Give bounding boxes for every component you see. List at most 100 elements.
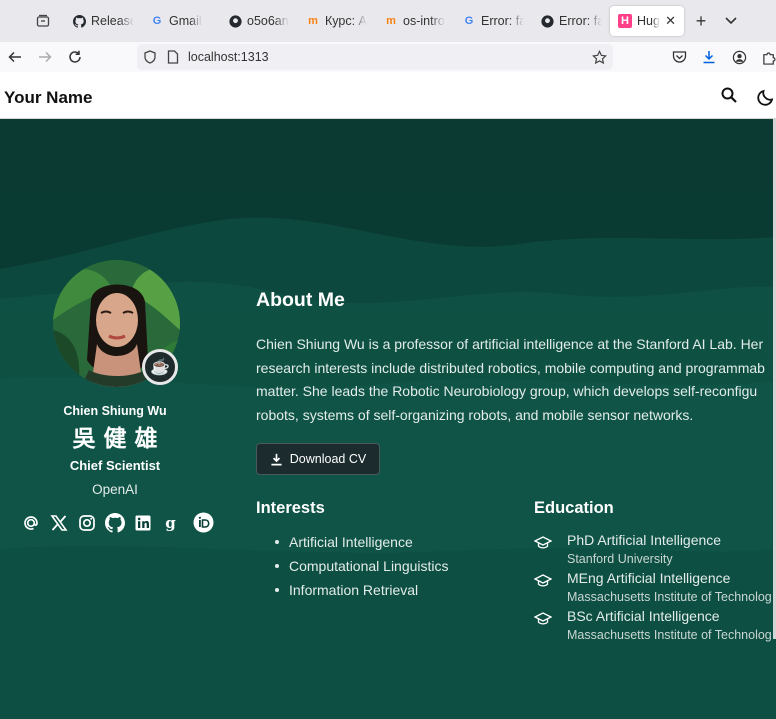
site-header xyxy=(0,72,776,119)
plus-icon: + xyxy=(695,10,707,31)
site-brand[interactable]: Your Name xyxy=(4,88,93,108)
institution-name: Stanford University xyxy=(567,552,673,566)
github-icon xyxy=(540,14,554,28)
degree-title: PhD Artificial Intelligence xyxy=(567,532,722,548)
profile-role: Chief Scientist xyxy=(69,458,161,473)
reload-button[interactable] xyxy=(60,42,90,72)
about-line: Chien Shiung Wu is a professor of artifi… xyxy=(256,336,764,352)
education-heading: Education xyxy=(534,499,614,517)
tab-gmail[interactable]: G Gmail xyxy=(142,6,220,36)
page-icon xyxy=(167,50,179,64)
toolbar-actions xyxy=(664,42,776,72)
x-icon[interactable] xyxy=(48,512,69,533)
tab-release[interactable]: Release xyxy=(64,6,142,36)
moodle-icon: m xyxy=(386,15,396,27)
new-tab-button[interactable]: + xyxy=(686,6,716,36)
list-item: MEng Artificial Intelligence Massachuset… xyxy=(534,570,776,608)
about-paragraph: Chien Shiung Wu is a professor of artifi… xyxy=(256,333,776,427)
download-icon xyxy=(703,51,715,64)
moodle-icon: m xyxy=(308,15,318,27)
search-icon xyxy=(721,87,737,103)
tab-title: Error: fa xyxy=(559,14,602,28)
coffee-icon: ☕ xyxy=(150,359,170,376)
graduation-cap-icon xyxy=(534,574,552,587)
star-icon[interactable] xyxy=(592,49,607,65)
tab-title: Release xyxy=(91,14,134,28)
search-button[interactable] xyxy=(720,86,740,106)
list-item: Artificial Intelligence xyxy=(256,533,449,557)
about-line: research interests include distributed r… xyxy=(256,359,765,376)
tab-title: Hugo xyxy=(637,14,660,28)
pocket-button[interactable] xyxy=(664,42,694,72)
hugo-icon: H xyxy=(618,14,632,28)
downloads-button[interactable] xyxy=(694,42,724,72)
chevron-down-icon xyxy=(725,17,737,25)
institution-name: Massachusetts Institute of Technolog xyxy=(567,628,772,642)
extensions-button[interactable] xyxy=(754,42,776,72)
instagram-icon[interactable] xyxy=(76,512,97,533)
coffee-badge: ☕ xyxy=(142,349,178,385)
tab-hugo[interactable]: H Hugo ✕ xyxy=(610,6,684,36)
graduation-cap-icon xyxy=(534,612,552,625)
profile-name-cjk: 吳 健 雄 xyxy=(72,426,158,452)
linkedin-icon[interactable] xyxy=(132,512,153,533)
email-icon[interactable] xyxy=(20,512,41,533)
tab-kurs[interactable]: m Курс: А xyxy=(298,6,376,36)
browser-tab-bar: Release G Gmail o5o6an m Курс: А m os-in… xyxy=(0,0,776,42)
profile-org: OpenAI xyxy=(92,482,138,497)
moon-icon xyxy=(757,89,774,106)
github-icon[interactable] xyxy=(104,512,125,533)
close-icon[interactable]: ✕ xyxy=(665,13,676,29)
google-icon: G xyxy=(152,15,162,27)
back-button[interactable] xyxy=(0,42,30,72)
tab-overview-button[interactable] xyxy=(28,6,58,36)
github-icon xyxy=(72,14,86,28)
download-icon xyxy=(271,453,282,465)
url-bar[interactable]: localhost:1313 xyxy=(137,44,613,70)
degree-title: MEng Artificial Intelligence xyxy=(567,570,731,586)
puzzle-icon xyxy=(762,51,775,65)
url-text: localhost:1313 xyxy=(188,50,269,64)
tab-title: os-intro xyxy=(403,14,445,28)
degree-title: BSc Artificial Intelligence xyxy=(567,608,720,624)
tab-list-icon xyxy=(36,14,50,27)
github-icon xyxy=(228,14,242,28)
graduation-cap-icon xyxy=(534,536,552,549)
list-item: Computational Linguistics xyxy=(256,557,449,581)
tabs: Release G Gmail o5o6an m Курс: А m os-in… xyxy=(64,6,684,36)
tab-error-google[interactable]: G Error: fa xyxy=(454,6,532,36)
about-heading: About Me xyxy=(256,289,345,311)
pocket-icon xyxy=(672,51,686,63)
education-list: PhD Artificial Intelligence Stanford Uni… xyxy=(534,532,776,646)
tab-error-github[interactable]: Error: fa xyxy=(532,6,610,36)
tab-title: o5o6an xyxy=(247,14,289,28)
interests-heading: Interests xyxy=(256,499,325,517)
tab-o5o6an[interactable]: o5o6an xyxy=(220,6,298,36)
download-cv-button[interactable]: Download CV xyxy=(256,443,380,475)
profile-name: Chien Shiung Wu xyxy=(63,404,167,418)
list-item: PhD Artificial Intelligence Stanford Uni… xyxy=(534,532,776,570)
about-line: robots, systems of self-organizing robot… xyxy=(256,406,694,423)
about-line: matter. She leads the Robotic Neurobiolo… xyxy=(256,383,758,399)
account-button[interactable] xyxy=(724,42,754,72)
arrow-left-icon xyxy=(8,51,21,63)
list-all-tabs-button[interactable] xyxy=(716,6,746,36)
tab-title: Error: fa xyxy=(481,14,524,28)
orcid-icon[interactable] xyxy=(193,512,214,533)
download-cv-label: Download CV xyxy=(289,452,367,466)
google-scholar-icon[interactable]: g xyxy=(160,512,181,533)
forward-button[interactable] xyxy=(30,42,60,72)
list-item: Information Retrieval xyxy=(256,581,449,605)
shield-icon xyxy=(144,50,156,64)
tab-title: Gmail xyxy=(169,14,202,28)
interests-list: Artificial Intelligence Computational Li… xyxy=(256,533,449,605)
navigation-toolbar: localhost:1313 xyxy=(0,42,776,72)
social-links: g xyxy=(20,512,214,533)
theme-toggle-button[interactable] xyxy=(757,86,776,106)
reload-icon xyxy=(69,50,81,63)
tab-title: Курс: А xyxy=(325,14,367,28)
tab-os-intro[interactable]: m os-intro xyxy=(376,6,454,36)
arrow-right-icon xyxy=(39,51,52,63)
list-item: BSc Artificial Intelligence Massachusett… xyxy=(534,608,776,646)
account-icon xyxy=(732,50,746,64)
